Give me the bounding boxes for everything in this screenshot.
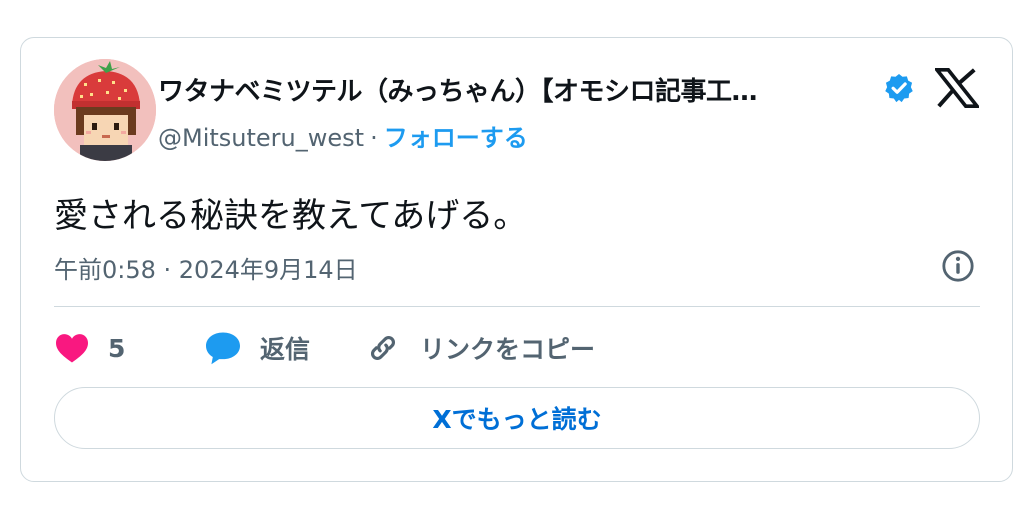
tweet-timestamp[interactable]: 午前0:58 · 2024年9月14日 (54, 250, 358, 285)
tweet-text: 愛される秘訣を教えてあげる。 (54, 196, 528, 236)
reply-bubble-icon (206, 332, 240, 365)
info-icon[interactable] (941, 249, 975, 283)
separator-dot: · (370, 124, 378, 152)
copy-link-button[interactable]: リンクをコピー (364, 328, 595, 368)
like-count: 5 (108, 333, 126, 363)
link-icon (370, 335, 396, 361)
reply-label: 返信 (260, 335, 311, 364)
x-logo-icon[interactable] (935, 68, 979, 108)
avatar[interactable] (54, 59, 156, 161)
avatar-image (54, 59, 156, 161)
verified-badge-icon (885, 74, 913, 103)
follow-button[interactable]: フォローする (384, 124, 528, 152)
author-handle-row: @Mitsuteru_west · フォローする (158, 118, 528, 153)
copy-link-label: リンクをコピー (420, 335, 596, 364)
like-button[interactable]: 5 (54, 328, 125, 368)
read-more-on-x-button[interactable]: Xでもっと読む (54, 387, 980, 449)
tweet-embed-card: ワタナベミツテル（みっちゃん）【オモシロ記事工… @Mitsuteru_west… (20, 37, 1013, 482)
author-display-name[interactable]: ワタナベミツテル（みっちゃん）【オモシロ記事工… (158, 71, 758, 108)
author-handle[interactable]: @Mitsuteru_west (158, 124, 364, 152)
heart-icon (56, 334, 88, 363)
reply-button[interactable]: 返信 (204, 328, 310, 368)
divider (54, 306, 980, 307)
action-bar: 5 返信 リンクをコピー (54, 328, 980, 368)
